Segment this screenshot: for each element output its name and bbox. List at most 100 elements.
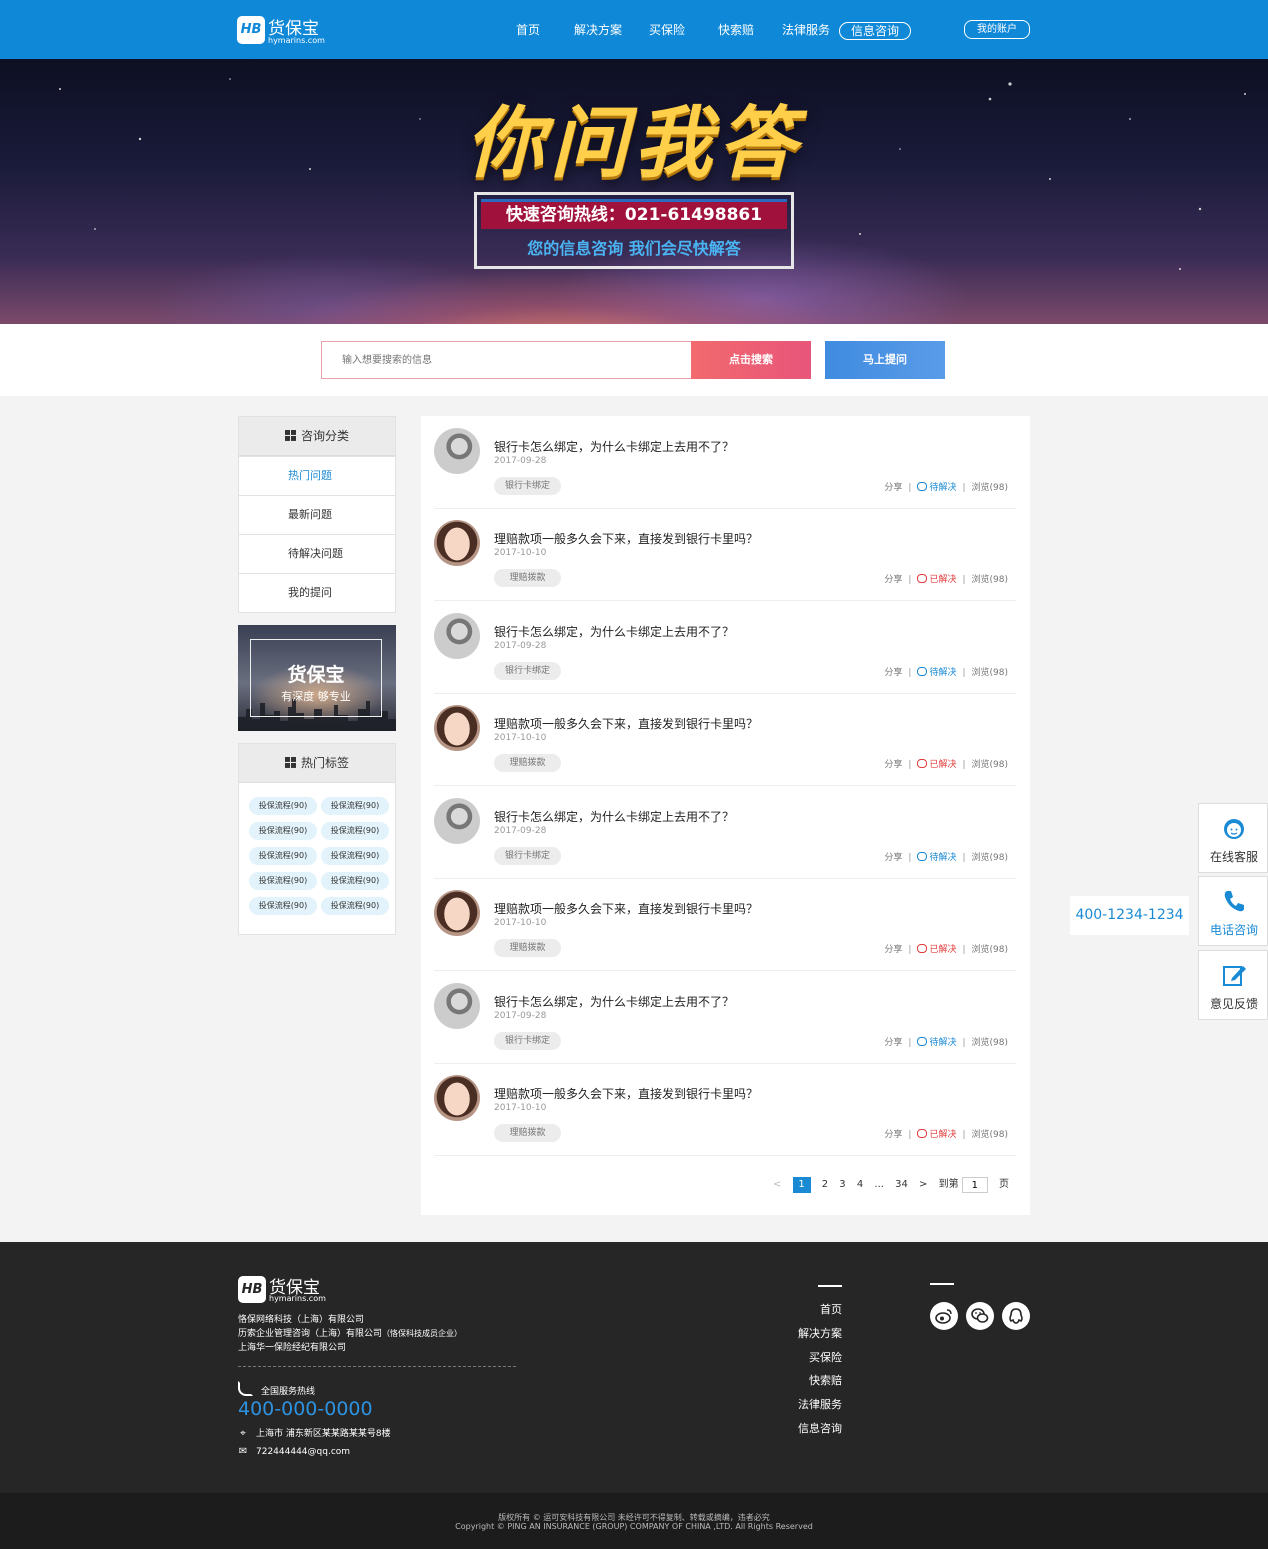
question-tag[interactable]: 银行卡绑定	[494, 847, 561, 865]
hotline-text: 快速咨询热线：021-61498861	[481, 199, 787, 229]
question-tag[interactable]: 理赔拨款	[494, 754, 561, 772]
question-meta: 分享 | 待解决 | 浏览(98)	[884, 850, 1008, 863]
question-item[interactable]: 理赔款项一般多久会下来，直接发到银行卡里吗？ 2017-10-10 理赔拨款 分…	[434, 1063, 1016, 1156]
footer-nav-claims[interactable]: 快索赔	[809, 1372, 842, 1388]
question-tag[interactable]: 银行卡绑定	[494, 1032, 561, 1050]
prev-page-button[interactable]: <	[773, 1177, 781, 1193]
page-link-current[interactable]: 1	[792, 1177, 811, 1193]
feedback-button[interactable]: 意见反馈	[1198, 950, 1268, 1020]
question-title[interactable]: 银行卡怎么绑定，为什么卡绑定上去用不了？	[494, 438, 734, 455]
question-title[interactable]: 银行卡怎么绑定，为什么卡绑定上去用不了？	[494, 808, 734, 825]
question-title[interactable]: 理赔款项一般多久会下来，直接发到银行卡里吗？	[494, 715, 758, 732]
share-link[interactable]: 分享	[884, 483, 902, 493]
my-account-button[interactable]: 我的账户	[964, 20, 1030, 39]
next-page-button[interactable]: >	[919, 1177, 927, 1193]
search-input[interactable]	[321, 341, 691, 379]
question-title[interactable]: 理赔款项一般多久会下来，直接发到银行卡里吗？	[494, 1085, 758, 1102]
footer-nav-home[interactable]: 首页	[820, 1301, 842, 1317]
share-link[interactable]: 分享	[884, 668, 902, 678]
site-logo[interactable]: HB 货保宝 hymarins.com	[237, 16, 327, 46]
question-item[interactable]: 银行卡怎么绑定，为什么卡绑定上去用不了？ 2017-09-28 银行卡绑定 分享…	[434, 416, 1016, 509]
company-line: 恪保网络科技（上海）有限公司	[238, 1315, 365, 1325]
user-avatar	[434, 1075, 480, 1121]
nav-item-home[interactable]: 首页	[516, 20, 540, 40]
category-unsolved[interactable]: 待解决问题	[239, 534, 395, 573]
email-text[interactable]: 722444444@qq.com	[256, 1447, 350, 1457]
phone-consult-button[interactable]: 电话咨询	[1198, 876, 1268, 946]
tag-chip[interactable]: 投保流程(90)	[321, 797, 389, 815]
status-solved: 已解决	[917, 575, 956, 585]
user-avatar	[434, 428, 480, 474]
footer-nav-legal[interactable]: 法律服务	[798, 1396, 842, 1412]
question-meta: 分享 | 已解决 | 浏览(98)	[884, 757, 1008, 770]
nav-item-consult[interactable]: 信息咨询	[839, 22, 912, 40]
share-link[interactable]: 分享	[884, 575, 902, 585]
tag-chip[interactable]: 投保流程(90)	[249, 822, 317, 840]
question-tag[interactable]: 银行卡绑定	[494, 662, 561, 680]
ask-question-button[interactable]: 马上提问	[825, 341, 945, 379]
customer-service-icon	[1224, 819, 1244, 839]
footer-nav-buy-insurance[interactable]: 买保险	[809, 1349, 842, 1365]
category-latest[interactable]: 最新问题	[239, 495, 395, 534]
footer-nav-solutions[interactable]: 解决方案	[798, 1325, 842, 1341]
share-link[interactable]: 分享	[884, 945, 902, 955]
footer-divider	[238, 1366, 516, 1367]
tag-chip[interactable]: 投保流程(90)	[249, 797, 317, 815]
question-title[interactable]: 银行卡怎么绑定，为什么卡绑定上去用不了？	[494, 623, 734, 640]
question-tag[interactable]: 银行卡绑定	[494, 477, 561, 495]
question-meta: 分享 | 待解决 | 浏览(98)	[884, 1035, 1008, 1048]
online-service-button[interactable]: 在线客服	[1198, 803, 1268, 873]
question-tag[interactable]: 理赔拨款	[494, 939, 561, 957]
hot-tags-panel: 热门标签 投保流程(90) 投保流程(90) 投保流程(90) 投保流程(90) 投…	[238, 743, 396, 935]
question-tag[interactable]: 理赔拨款	[494, 569, 561, 587]
page-link[interactable]: 34	[895, 1177, 908, 1193]
question-item[interactable]: 理赔款项一般多久会下来，直接发到银行卡里吗？ 2017-10-10 理赔拨款 分…	[434, 693, 1016, 786]
user-avatar	[434, 983, 480, 1029]
tag-chip[interactable]: 投保流程(90)	[249, 872, 317, 890]
tag-chip[interactable]: 投保流程(90)	[321, 822, 389, 840]
tag-chip[interactable]: 投保流程(90)	[321, 872, 389, 890]
question-item[interactable]: 银行卡怎么绑定，为什么卡绑定上去用不了？ 2017-09-28 银行卡绑定 分享…	[434, 601, 1016, 694]
weibo-icon[interactable]	[930, 1302, 958, 1330]
share-link[interactable]: 分享	[884, 1130, 902, 1140]
user-avatar	[434, 890, 480, 936]
question-title[interactable]: 理赔款项一般多久会下来，直接发到银行卡里吗？	[494, 530, 758, 547]
question-meta: 分享 | 已解决 | 浏览(98)	[884, 942, 1008, 955]
question-item[interactable]: 银行卡怎么绑定，为什么卡绑定上去用不了？ 2017-09-28 银行卡绑定 分享…	[434, 786, 1016, 879]
footer-logo[interactable]: HB 货保宝 hymarins.com	[238, 1276, 328, 1306]
tag-chip[interactable]: 投保流程(90)	[249, 847, 317, 865]
tag-chip[interactable]: 投保流程(90)	[321, 847, 389, 865]
share-link[interactable]: 分享	[884, 1038, 902, 1048]
tag-cloud: 投保流程(90) 投保流程(90) 投保流程(90) 投保流程(90) 投保流程(9…	[239, 783, 395, 922]
category-hot[interactable]: 热门问题	[239, 456, 395, 495]
question-item[interactable]: 理赔款项一般多久会下来，直接发到银行卡里吗？ 2017-10-10 理赔拨款 分…	[434, 508, 1016, 601]
question-title[interactable]: 理赔款项一般多久会下来，直接发到银行卡里吗？	[494, 900, 758, 917]
share-link[interactable]: 分享	[884, 853, 902, 863]
question-item[interactable]: 银行卡怎么绑定，为什么卡绑定上去用不了？ 2017-09-28 银行卡绑定 分享…	[434, 971, 1016, 1064]
nav-item-solutions[interactable]: 解决方案	[574, 20, 622, 40]
share-link[interactable]: 分享	[884, 760, 902, 770]
question-item[interactable]: 理赔款项一般多久会下来，直接发到银行卡里吗？ 2017-10-10 理赔拨款 分…	[434, 878, 1016, 971]
promo-banner[interactable]: 货保宝 有深度 够专业	[238, 625, 396, 731]
nav-item-claims[interactable]: 快索赔	[718, 20, 754, 40]
nav-item-legal[interactable]: 法律服务	[782, 20, 830, 40]
category-my-questions[interactable]: 我的提问	[239, 573, 395, 612]
goto-page-input[interactable]	[961, 1177, 988, 1193]
question-tag[interactable]: 理赔拨款	[494, 1124, 561, 1142]
page-link[interactable]: 2	[822, 1177, 828, 1193]
qq-icon[interactable]	[1002, 1302, 1030, 1330]
tag-chip[interactable]: 投保流程(90)	[249, 897, 317, 915]
wechat-icon[interactable]	[966, 1302, 994, 1330]
footer-nav-divider	[818, 1285, 842, 1287]
divider: |	[962, 945, 966, 955]
search-button[interactable]: 点击搜索	[691, 341, 811, 379]
logo-mark-icon: HB	[237, 16, 265, 44]
page-link[interactable]: 3	[839, 1177, 845, 1193]
page-link[interactable]: 4	[857, 1177, 863, 1193]
nav-item-buy-insurance[interactable]: 买保险	[649, 20, 685, 40]
site-footer: HB 货保宝 hymarins.com 恪保网络科技（上海）有限公司 历索企业管…	[0, 1242, 1268, 1493]
footer-nav-consult[interactable]: 信息咨询	[798, 1420, 842, 1436]
tag-chip[interactable]: 投保流程(90)	[321, 897, 389, 915]
question-title[interactable]: 银行卡怎么绑定，为什么卡绑定上去用不了？	[494, 993, 734, 1010]
status-solved: 已解决	[917, 945, 956, 955]
